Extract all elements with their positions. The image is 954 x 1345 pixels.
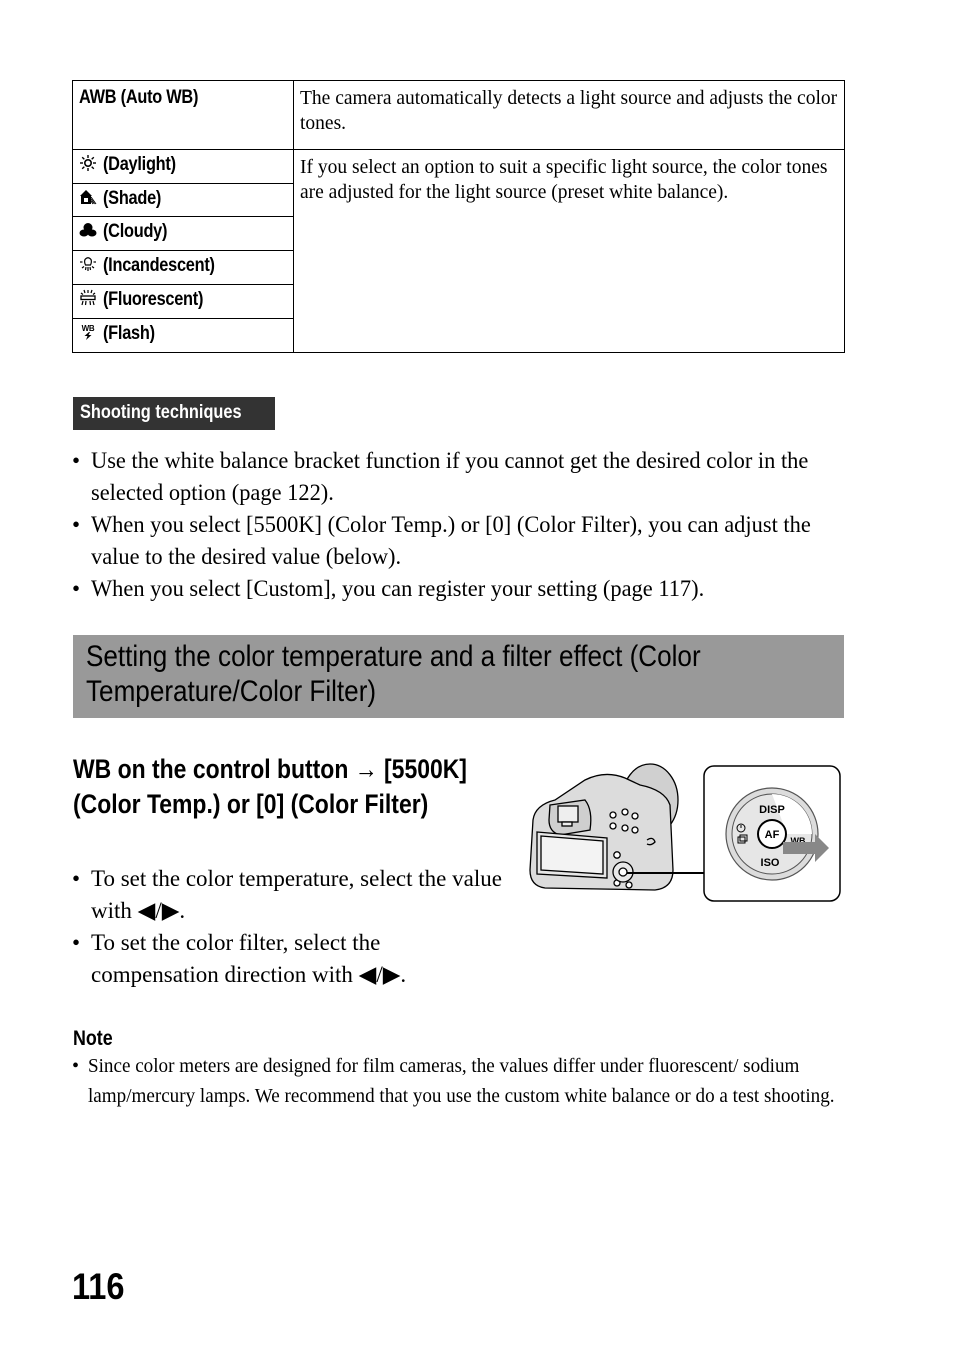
table-row: (Daylight) If you select an option to su… — [72, 148, 845, 354]
shooting-techniques-list: • Use the white balance bracket function … — [72, 445, 852, 605]
camera-illustration: DISP AF WB ISO — [529, 763, 841, 902]
incandescent-label: (Incandescent) — [103, 255, 215, 277]
bullet: • — [72, 930, 81, 955]
control-dial-icon: DISP AF WB ISO — [725, 787, 819, 881]
bullet: • — [72, 1055, 80, 1077]
page-number: 116 — [72, 1266, 132, 1308]
camera-body-icon — [529, 763, 679, 891]
disp-label: DISP — [759, 804, 785, 816]
list-item-text: When you select [5500K] (Color Temp.) or… — [91, 512, 811, 569]
wb-option-label: (Incandescent) — [72, 250, 294, 286]
wb-option-label: (Cloudy) — [72, 216, 294, 252]
list-item-text: To set the color filter, select the comp… — [91, 930, 407, 987]
shooting-techniques-label: Shooting techniques — [80, 402, 242, 423]
wb-option-label: AWB (Auto WB) — [72, 80, 294, 150]
bullet: • — [72, 448, 81, 473]
bullet: • — [72, 866, 81, 891]
table-row: AWB (Auto WB) The camera automatically d… — [72, 80, 845, 150]
wb-option-label: WB (Flash) — [72, 318, 294, 353]
wb-option-label: (Shade) — [72, 182, 294, 218]
fluorescent-label: (Fluorescent) — [103, 289, 204, 311]
section-heading-text: Setting the color temperature and a filt… — [86, 640, 701, 708]
white-balance-table: AWB (Auto WB) The camera automatically d… — [72, 80, 845, 354]
page-number-text: 116 — [72, 1266, 125, 1307]
shade-icon — [79, 188, 97, 206]
cloudy-label: (Cloudy) — [103, 221, 168, 243]
list-item: • To set the color filter, select the com… — [72, 927, 502, 991]
note-heading-text: Note — [73, 1027, 113, 1050]
daylight-icon — [79, 154, 97, 172]
wb-option-label: (Fluorescent) — [72, 284, 294, 320]
list-item: • Since color meters are designed for fil… — [72, 1052, 862, 1111]
list-item: • Use the white balance bracket function … — [72, 445, 852, 509]
daylight-label: (Daylight) — [103, 153, 176, 175]
section-heading: Setting the color temperature and a filt… — [73, 635, 844, 718]
flash-icon: WB — [79, 323, 97, 341]
svg-text:WB: WB — [82, 324, 95, 333]
bullet: • — [72, 576, 81, 601]
procedure-list: • To set the color temperature, select th… — [72, 863, 502, 991]
note-heading: Note — [73, 1027, 120, 1051]
list-item: • When you select [5500K] (Color Temp.) o… — [72, 509, 852, 573]
procedure-heading: WB on the control button → [5500K] (Colo… — [73, 752, 573, 822]
af-label: AF — [765, 829, 780, 841]
wb-option-description: The camera automatically detects a light… — [293, 80, 845, 150]
procedure-heading-text: WB on the control button → [5500K] (Colo… — [73, 754, 467, 819]
wb-option-label: (Daylight) — [72, 148, 294, 184]
bullet: • — [72, 512, 81, 537]
list-item-text: Since color meters are designed for film… — [88, 1055, 835, 1107]
list-item: • When you select [Custom], you can regis… — [72, 573, 852, 605]
shade-label: (Shade) — [103, 187, 162, 209]
list-item-text: To set the color temperature, select the… — [91, 866, 502, 923]
shooting-techniques-tag: Shooting techniques — [73, 397, 275, 430]
wb-preset-description: If you select an option to suit a specif… — [293, 148, 845, 354]
flash-label: (Flash) — [103, 323, 155, 345]
awb-label: AWB (Auto WB) — [79, 87, 199, 108]
list-item: • To set the color temperature, select th… — [72, 863, 502, 927]
cloudy-icon — [79, 221, 97, 239]
fluorescent-icon — [79, 289, 97, 307]
incandescent-icon — [79, 255, 97, 273]
list-item-text: When you select [Custom], you can regist… — [91, 576, 705, 601]
note-list: • Since color meters are designed for fil… — [72, 1052, 862, 1111]
list-item-text: Use the white balance bracket function i… — [91, 448, 809, 505]
iso-label: ISO — [761, 857, 780, 869]
